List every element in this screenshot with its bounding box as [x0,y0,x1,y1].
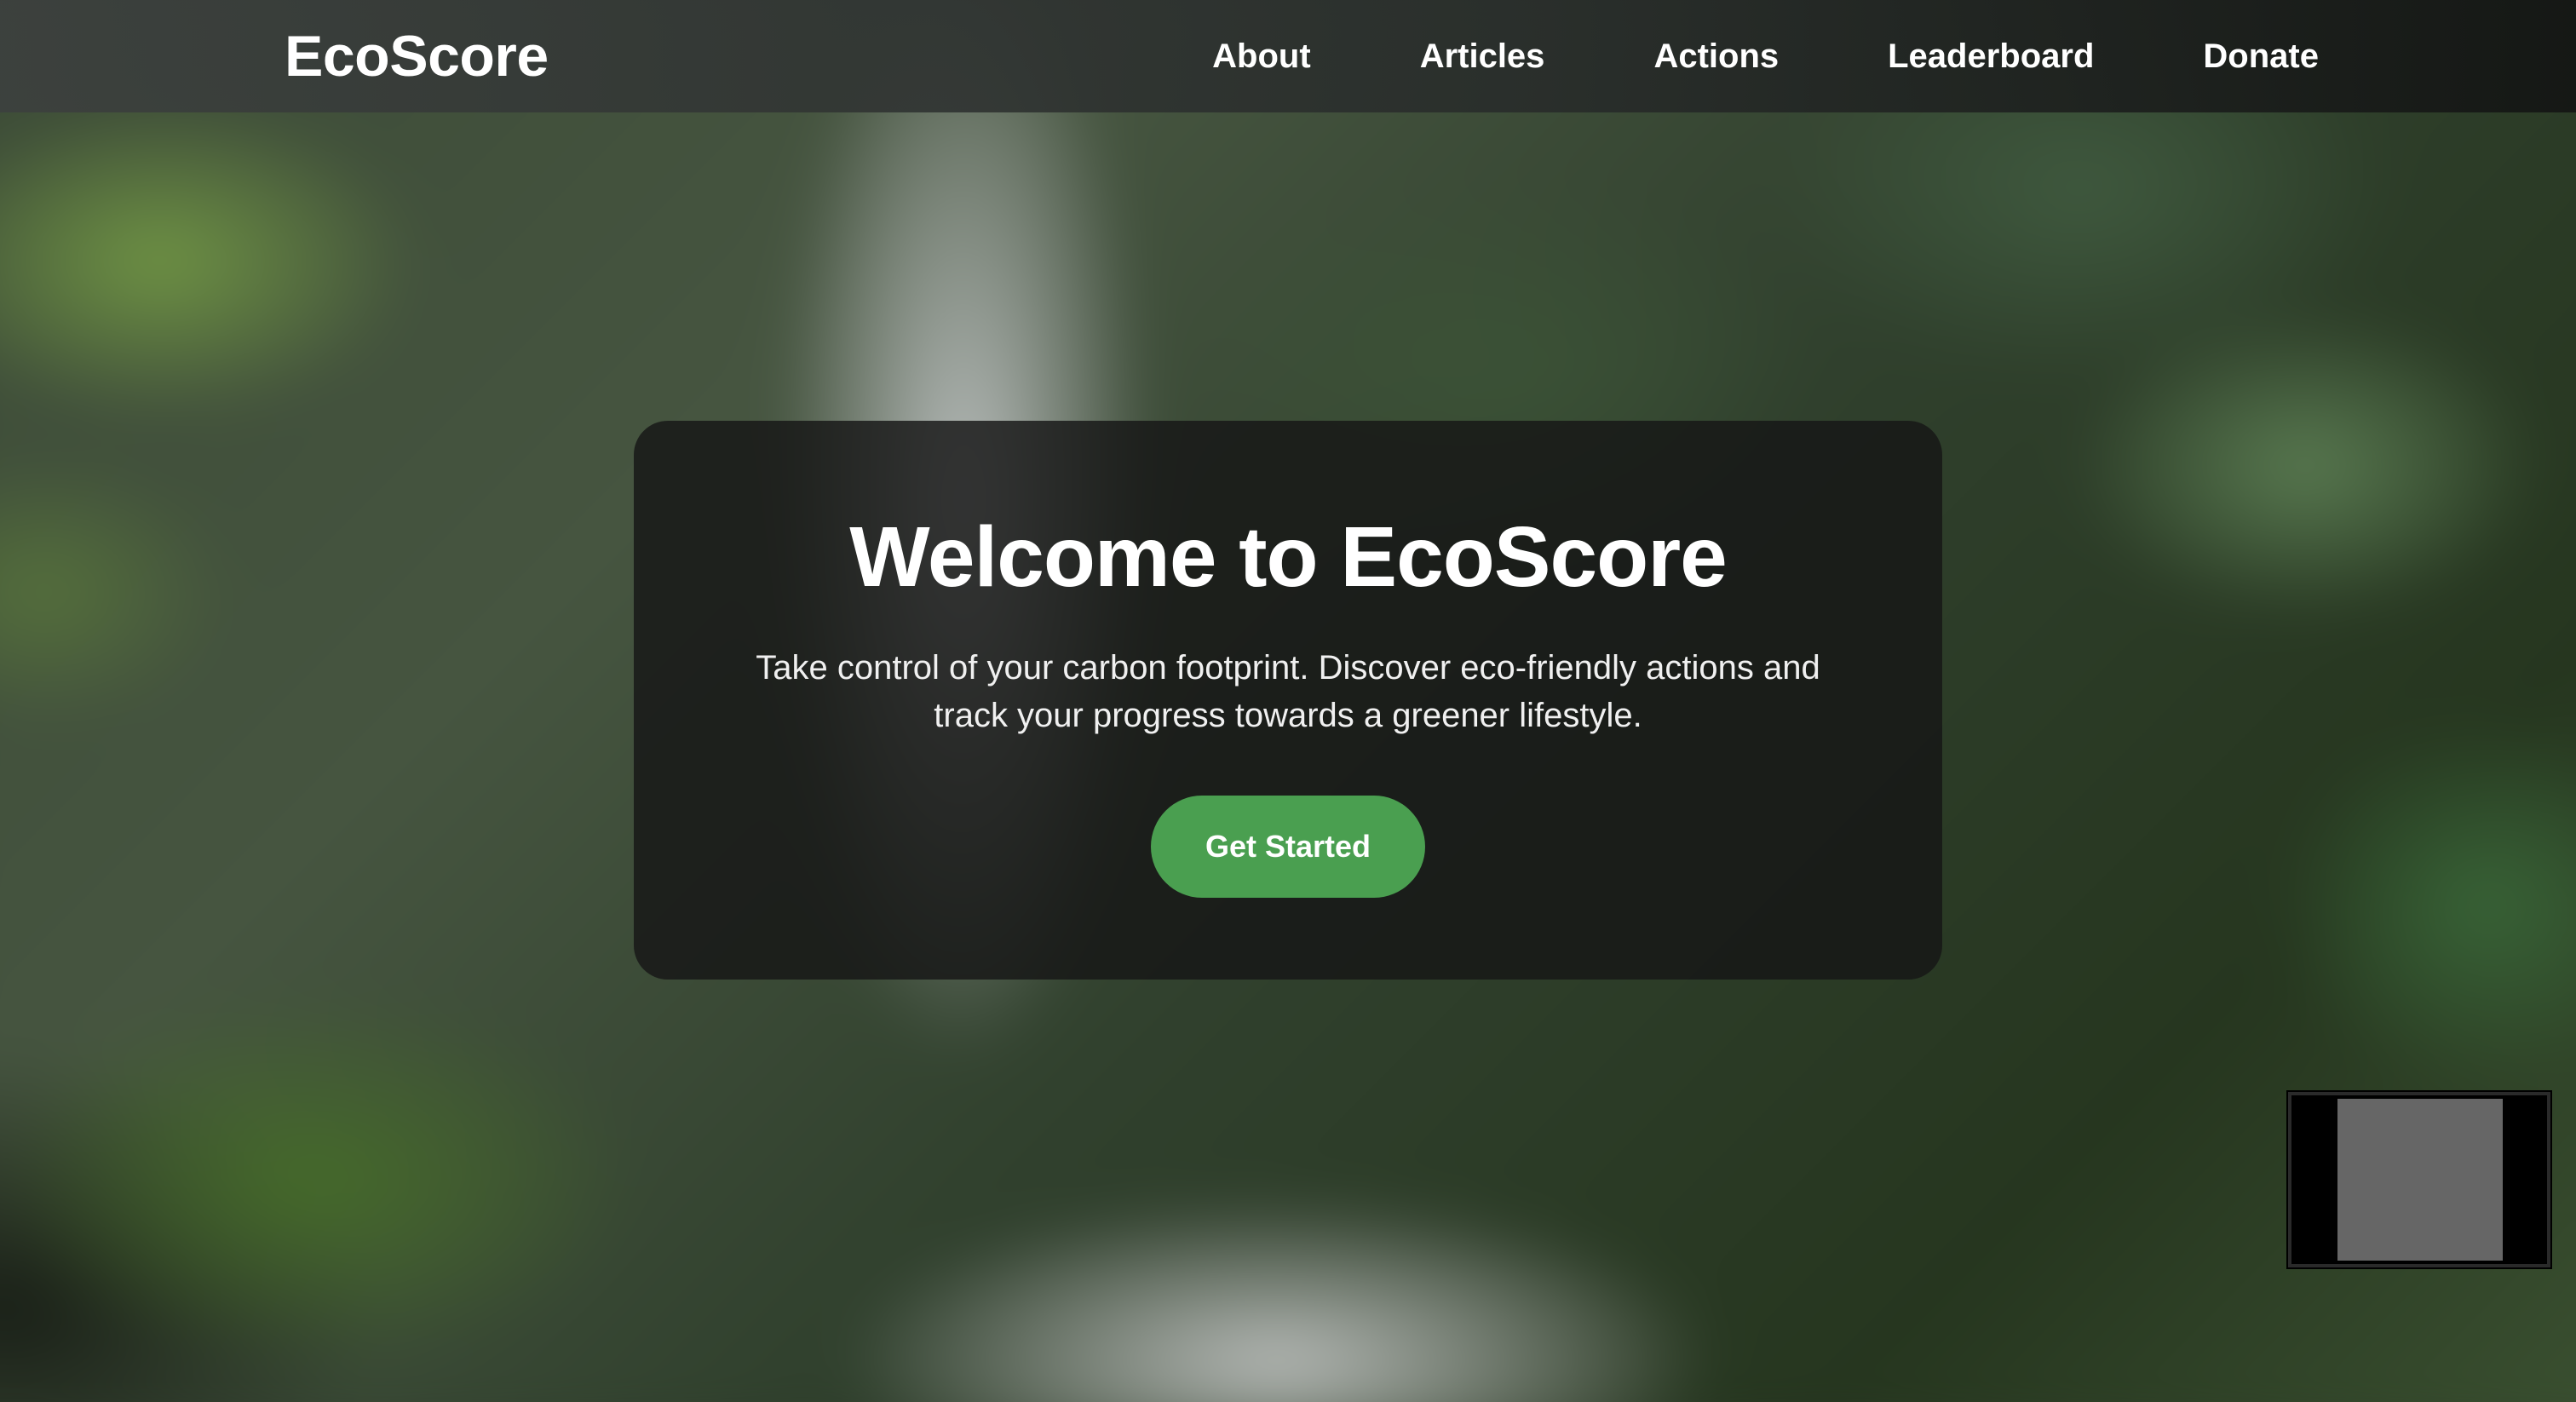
page: EcoScore About Articles Actions Leaderbo… [0,0,2576,1402]
video-preview-thumbnail[interactable] [2286,1090,2552,1269]
nav-link-actions[interactable]: Actions [1653,32,1779,80]
hero-card: Welcome to EcoScore Take control of your… [634,421,1942,980]
hero-subtitle: Take control of your carbon footprint. D… [756,649,1820,734]
nav-links: About Articles Actions Leaderboard Donat… [1212,32,2319,80]
nav-link-leaderboard[interactable]: Leaderboard [1888,32,2094,80]
hero-title: Welcome to EcoScore [849,509,1728,605]
brand-logo[interactable]: EcoScore [285,22,549,90]
top-navbar: EcoScore About Articles Actions Leaderbo… [0,0,2576,112]
get-started-button[interactable]: Get Started [1151,796,1425,898]
nav-link-articles[interactable]: Articles [1420,32,1545,80]
nav-link-donate[interactable]: Donate [2203,32,2319,80]
nav-link-about[interactable]: About [1212,32,1311,80]
preview-frame [2337,1099,2503,1261]
